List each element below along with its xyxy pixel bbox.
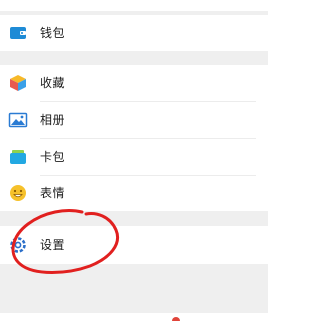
bottom-strip — [0, 313, 286, 321]
menu-item-album[interactable]: 相册 — [0, 102, 268, 138]
menu-item-label: 表情 — [40, 186, 66, 200]
menu-item-cards[interactable]: 卡包 — [0, 139, 268, 175]
settings-section: 设置 — [0, 226, 268, 264]
previous-section-strip — [0, 0, 268, 11]
gear-icon — [8, 235, 28, 255]
wallet-section: 钱包 — [0, 15, 268, 51]
wallet-icon — [8, 23, 28, 43]
menu-item-settings[interactable]: 设置 — [0, 226, 268, 264]
menu-item-label: 收藏 — [40, 76, 66, 90]
smiley-icon — [8, 183, 28, 203]
menu-item-label: 设置 — [40, 238, 66, 252]
image-icon — [8, 110, 28, 130]
me-menu-panel: 钱包 收藏 相册 卡包 表情 设置 — [0, 0, 268, 321]
partial-badge-mark — [172, 317, 180, 321]
menu-item-label: 钱包 — [40, 26, 66, 40]
menu-item-label: 相册 — [40, 113, 66, 127]
menu-item-label: 卡包 — [40, 150, 66, 164]
menu-item-wallet[interactable]: 钱包 — [0, 15, 268, 51]
menu-item-stickers[interactable]: 表情 — [0, 175, 268, 211]
card-pouch-icon — [8, 147, 28, 167]
menu-item-favorites[interactable]: 收藏 — [0, 65, 268, 101]
cube-icon — [8, 73, 28, 93]
screen: 钱包 收藏 相册 卡包 表情 设置 — [0, 0, 286, 321]
feature-section: 收藏 相册 卡包 表情 — [0, 65, 268, 211]
